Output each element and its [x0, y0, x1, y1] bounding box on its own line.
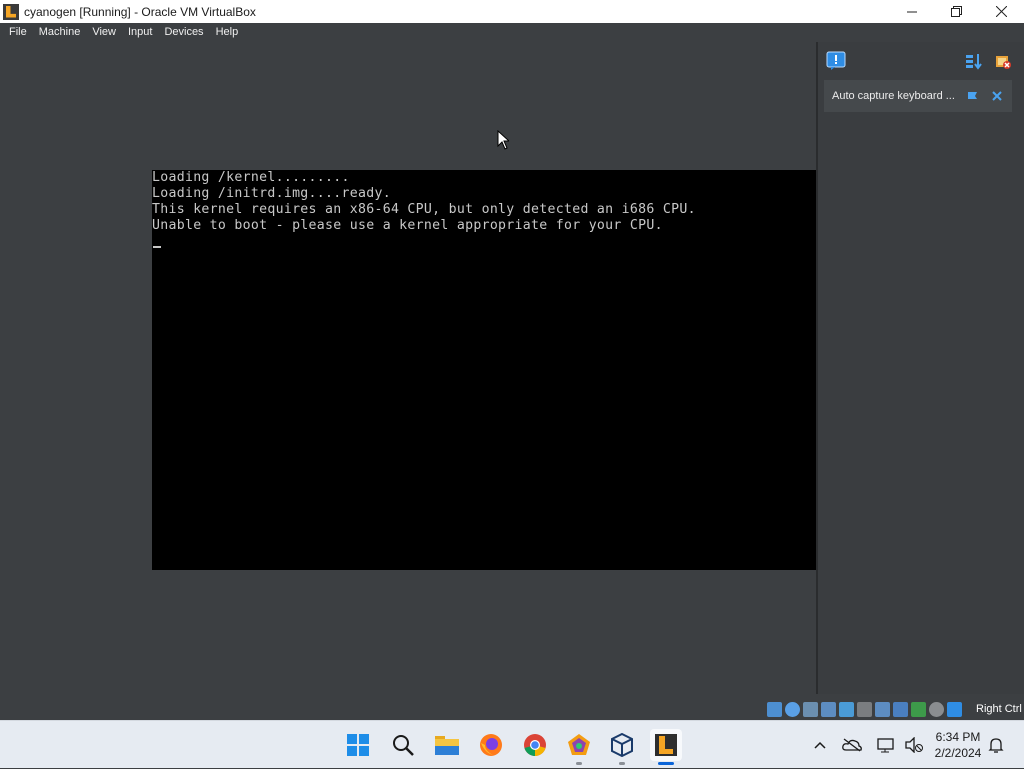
- title-bar: cyanogen [Running] - Oracle VM VirtualBo…: [0, 0, 1024, 23]
- menu-file[interactable]: File: [0, 23, 33, 42]
- close-notification-icon[interactable]: [990, 89, 1004, 103]
- network-adapter-icon[interactable]: [821, 702, 836, 717]
- chrome-icon[interactable]: [519, 729, 551, 761]
- firefox-icon[interactable]: [475, 729, 507, 761]
- minimize-button[interactable]: [889, 0, 934, 23]
- optical-drive-icon[interactable]: [785, 702, 800, 717]
- menu-bar: File Machine View Input Devices Help: [0, 23, 1024, 42]
- status-icons: [767, 702, 962, 717]
- window-title: cyanogen [Running] - Oracle VM VirtualBo…: [24, 4, 256, 19]
- notification-item[interactable]: Auto capture keyboard ...: [824, 80, 1012, 112]
- menu-input[interactable]: Input: [122, 23, 158, 42]
- menu-devices[interactable]: Devices: [158, 23, 209, 42]
- sort-icon[interactable]: [962, 50, 984, 72]
- window-controls: [889, 0, 1024, 23]
- text-cursor: [153, 246, 161, 248]
- pentagon-app-icon[interactable]: [563, 729, 595, 765]
- console-line: This kernel requires an x86-64 CPU, but …: [152, 202, 696, 217]
- taskbar-clock[interactable]: 6:34 PM 2/2/2024: [928, 729, 988, 761]
- virtualbox-icon[interactable]: [606, 729, 638, 765]
- notification-text: Auto capture keyboard ...: [832, 90, 955, 102]
- menu-help[interactable]: Help: [210, 23, 245, 42]
- host-key-label[interactable]: Right Ctrl: [976, 703, 1022, 715]
- volume-muted-icon[interactable]: [900, 737, 928, 753]
- menu-view[interactable]: View: [86, 23, 122, 42]
- display-icon[interactable]: [875, 702, 890, 717]
- console-line: Unable to boot - please use a kernel app…: [152, 218, 663, 233]
- clock-date: 2/2/2024: [934, 746, 982, 760]
- shared-folders-icon[interactable]: [857, 702, 872, 717]
- running-indicator: [619, 762, 625, 765]
- notification-bell-icon[interactable]: [988, 737, 1004, 753]
- console-line: Loading /kernel.........: [152, 170, 350, 185]
- virtualbox-vm-icon: [3, 3, 19, 20]
- chevron-up-icon[interactable]: [808, 741, 832, 749]
- mouse-pointer-icon: [497, 130, 509, 150]
- notification-side-panel: Auto capture keyboard ...: [816, 42, 1024, 694]
- file-explorer-icon[interactable]: [431, 729, 463, 761]
- vm-status-bar: Right Ctrl: [0, 700, 1024, 720]
- system-tray: [808, 721, 928, 769]
- virtualization-icon[interactable]: [911, 702, 926, 717]
- console-line: Loading /initrd.img....ready.: [152, 186, 391, 201]
- search-icon[interactable]: [387, 729, 419, 761]
- pin-notification-icon[interactable]: [966, 89, 980, 103]
- active-indicator: [658, 762, 674, 765]
- clear-notifications-icon[interactable]: [992, 50, 1014, 72]
- audio-icon[interactable]: [803, 702, 818, 717]
- usb-icon[interactable]: [839, 702, 854, 717]
- vm-console-screen[interactable]: Loading /kernel......... Loading /initrd…: [152, 170, 816, 570]
- clock-time: 6:34 PM: [935, 730, 981, 744]
- windows-start-icon[interactable]: [342, 729, 374, 761]
- keyboard-capture-icon[interactable]: [947, 702, 962, 717]
- close-button[interactable]: [979, 0, 1024, 23]
- virtualbox-vm-taskbar-button[interactable]: [650, 729, 682, 765]
- hard-disk-icon[interactable]: [767, 702, 782, 717]
- restore-button[interactable]: [934, 0, 979, 23]
- network-icon[interactable]: [872, 737, 900, 753]
- running-indicator: [576, 762, 582, 765]
- recording-icon[interactable]: [893, 702, 908, 717]
- menu-machine[interactable]: Machine: [33, 23, 87, 42]
- windows-taskbar: 6:34 PM 2/2/2024: [0, 720, 1024, 768]
- notification-center-icon[interactable]: [825, 50, 847, 72]
- virtualbox-vm-icon: [655, 734, 677, 756]
- mouse-integration-icon[interactable]: [929, 702, 944, 717]
- onedrive-icon[interactable]: [832, 738, 872, 752]
